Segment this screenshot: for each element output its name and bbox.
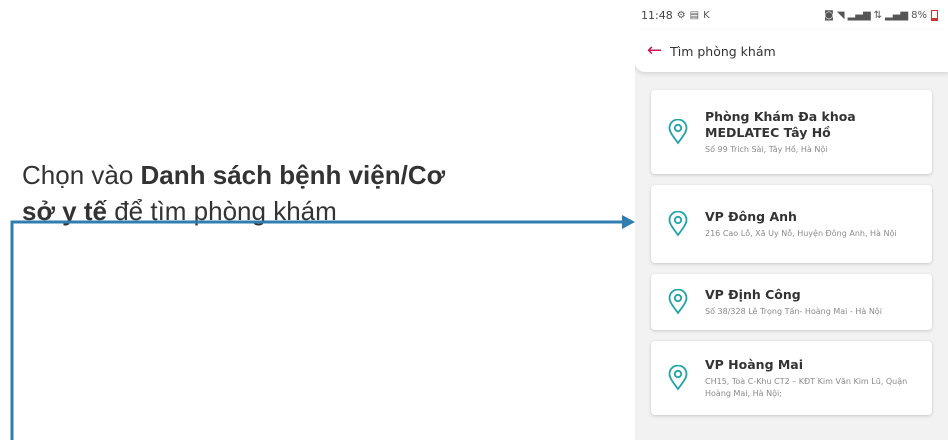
page-title: Tìm phòng khám [670,43,776,59]
clinic-address: 216 Cao Lỗ, Xã Uy Nỗ, Huyện Đông Anh, Hà… [705,228,897,238]
k-app-icon: K [703,9,710,21]
settings-gear-icon: ⚙ [676,9,686,21]
connector-arrowhead [622,215,635,229]
clinic-address: CH15, Toà C-Khu CT2 – KĐT Kim Văn Kim Lũ… [705,376,908,398]
status-bar: 11:48 ⚙ ▤ K ◙ ◥ ▂▄▆ ⇅ ▂▄▆ 8% [635,0,948,30]
clinic-card-text: Phòng Khám Đa khoa MEDLATEC Tây Hồ Số 99… [705,109,922,156]
status-right: ◙ ◥ ▂▄▆ ⇅ ▂▄▆ 8% [824,9,938,21]
instruction-text: Chọn vào Danh sách bệnh viện/Cơ sở y tế … [22,157,582,229]
battery-icon [931,9,938,21]
clinic-card[interactable]: VP Định Công Số 38/328 Lê Trọng Tấn- Hoà… [651,274,932,330]
location-pin-icon [668,289,688,315]
clinic-list: Phòng Khám Đa khoa MEDLATEC Tây Hồ Số 99… [635,72,948,415]
message-icon: ▤ [689,9,700,21]
clinic-address: Số 99 Trích Sài, Tây Hồ, Hà Nội [705,144,828,154]
clinic-card[interactable]: VP Hoàng Mai CH15, Toà C-Khu CT2 – KĐT K… [651,341,932,415]
wifi-icon: ◥ [836,9,845,21]
instruction-line2-suffix: để tìm phòng khám [106,196,337,226]
location-pin-icon [668,119,688,145]
instruction-line1-prefix: Chọn vào [22,160,141,190]
clinic-card[interactable]: Phòng Khám Đa khoa MEDLATEC Tây Hồ Số 99… [651,90,932,174]
clinic-card-text: VP Định Công Số 38/328 Lê Trọng Tấn- Hoà… [705,287,882,318]
mute-icon: ◙ [824,9,834,21]
instruction-line1-bold: Danh sách bệnh viện/Cơ [140,160,446,190]
clinic-address: Số 38/328 Lê Trọng Tấn- Hoàng Mai - Hà N… [705,306,882,316]
phone-screen: 11:48 ⚙ ▤ K ◙ ◥ ▂▄▆ ⇅ ▂▄▆ 8% ← Tìm phòng… [635,0,948,440]
clinic-card[interactable]: VP Đông Anh 216 Cao Lỗ, Xã Uy Nỗ, Huyện … [651,185,932,263]
app-header: ← Tìm phòng khám [635,30,948,72]
clinic-name: VP Hoàng Mai [705,356,804,372]
signal-4g-icon: ⇅ [873,9,883,21]
signal-icon: ▂▄▆ [847,9,871,21]
status-left: 11:48 ⚙ ▤ K [641,9,710,22]
instruction-line2-bold: sở y tế [22,196,107,226]
connector-line [10,220,624,440]
location-pin-icon [668,211,688,237]
arrow-left-icon[interactable]: ← [647,42,662,60]
status-time: 11:48 [641,8,673,22]
clinic-card-text: VP Đông Anh 216 Cao Lỗ, Xã Uy Nỗ, Huyện … [705,209,897,240]
clinic-name: Phòng Khám Đa khoa MEDLATEC Tây Hồ [705,108,856,140]
clinic-name: VP Đông Anh [705,208,797,224]
signal-icon-2: ▂▄▆ [885,9,909,21]
location-pin-icon [668,365,688,391]
battery-percent: 8% [911,9,927,21]
clinic-card-text: VP Hoàng Mai CH15, Toà C-Khu CT2 – KĐT K… [705,357,922,400]
clinic-name: VP Định Công [705,286,801,302]
